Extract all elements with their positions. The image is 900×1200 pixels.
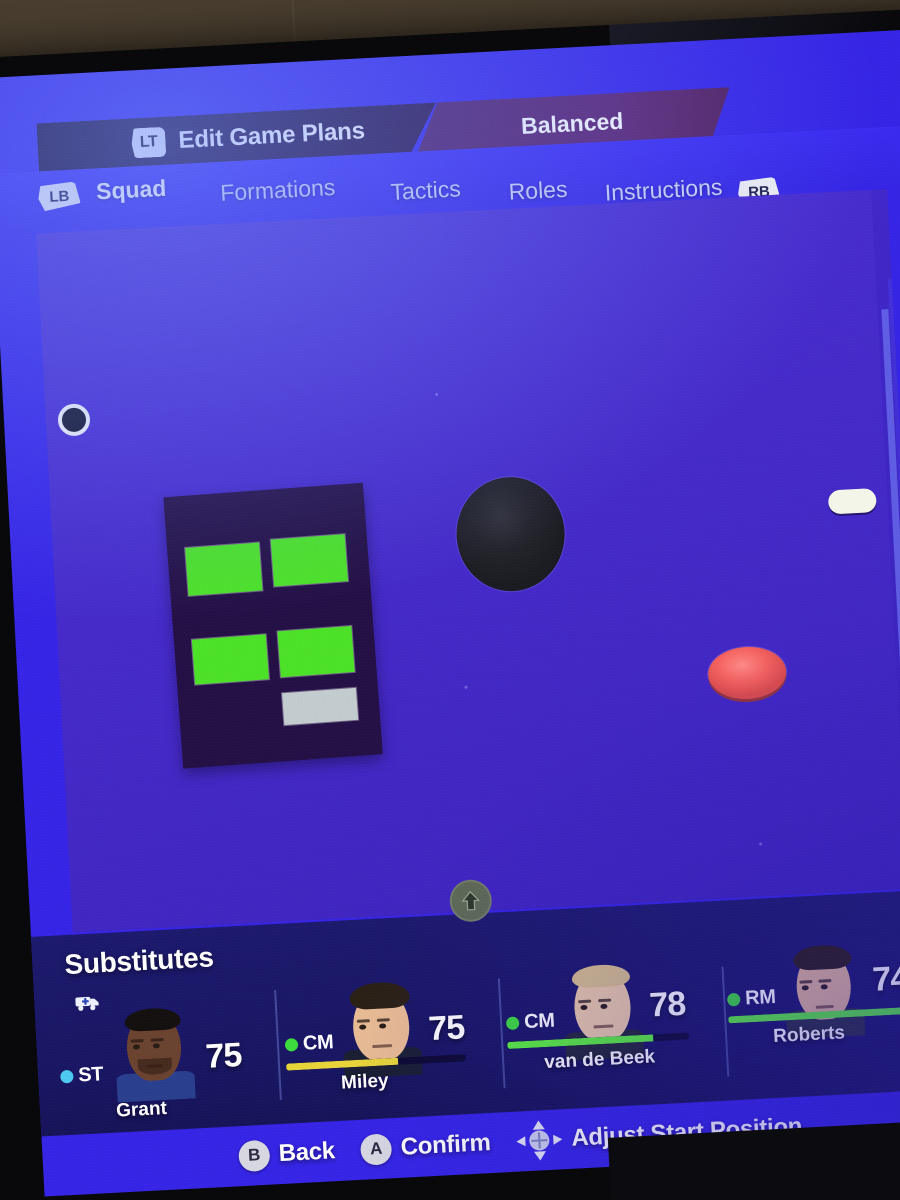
position-label: ST [77,1063,104,1087]
tab-squad[interactable]: Squad [95,175,167,206]
tab-roles[interactable]: Roles [508,176,568,206]
position-dot-icon [726,992,741,1007]
tv-screen: LT Edit Game Plans Balanced LB RB Squad … [0,27,900,1197]
position-label: CM [302,1031,335,1055]
page-title: Edit Game Plans [177,117,366,154]
tab-tactics[interactable]: Tactics [390,175,462,206]
right-edge-marker-icon[interactable] [827,487,877,515]
substitute-card[interactable]: RM 74 Roberts [721,941,900,1103]
injury-icon [74,991,101,1012]
placeholder-block [277,625,355,678]
substitute-card[interactable]: CM 78 van de Beek [497,953,729,1115]
player-name: Miley [340,1070,390,1094]
tab-formations[interactable]: Formations [220,174,336,207]
hint-confirm[interactable]: A Confirm [359,1128,492,1166]
player-rating: 74 [871,958,900,999]
player-name: Roberts [772,1022,846,1048]
player-rating: 75 [427,1008,466,1049]
a-button-icon[interactable]: A [359,1132,393,1166]
lt-bumper-icon[interactable]: LT [131,127,167,159]
player-portrait [112,995,196,1103]
placeholder-block-gray [282,687,359,726]
hint-confirm-label: Confirm [400,1129,492,1161]
position-label: CM [523,1009,556,1034]
pitch-area[interactable] [36,188,900,933]
position-badge: RM [726,985,777,1012]
game-plan-mode-label: Balanced [520,107,624,139]
tv-photo: LT Edit Game Plans Balanced LB RB Squad … [0,0,900,1200]
player-name: Grant [115,1097,168,1122]
position-badge: CM [284,1031,334,1057]
position-dot-icon [505,1016,520,1031]
position-badge: CM [505,1009,556,1036]
placeholder-block [270,534,348,587]
substitute-card[interactable]: CM 75 Miley [273,964,505,1126]
position-badge: ST [60,1063,104,1088]
placeholder-block [191,634,269,685]
hint-back[interactable]: B Back [237,1136,336,1172]
position-dot-icon [60,1069,74,1084]
b-button-icon[interactable]: B [237,1139,271,1172]
hint-back-label: Back [277,1137,336,1168]
dpad-icon[interactable] [515,1119,563,1161]
placeholder-block [185,542,263,596]
player-name: van de Beek [543,1046,656,1074]
player-rating: 78 [648,984,687,1025]
screen-speck [435,392,439,396]
substitutes-title: Substitutes [63,941,215,981]
player-rating: 75 [204,1036,243,1076]
position-dot-icon [284,1038,299,1052]
position-label: RM [744,985,777,1010]
substitute-card[interactable]: ST 75 Grant [50,976,282,1138]
formation-card-placeholder[interactable] [163,482,383,769]
game-ui: LT Edit Game Plans Balanced LB RB Squad … [0,28,900,1197]
